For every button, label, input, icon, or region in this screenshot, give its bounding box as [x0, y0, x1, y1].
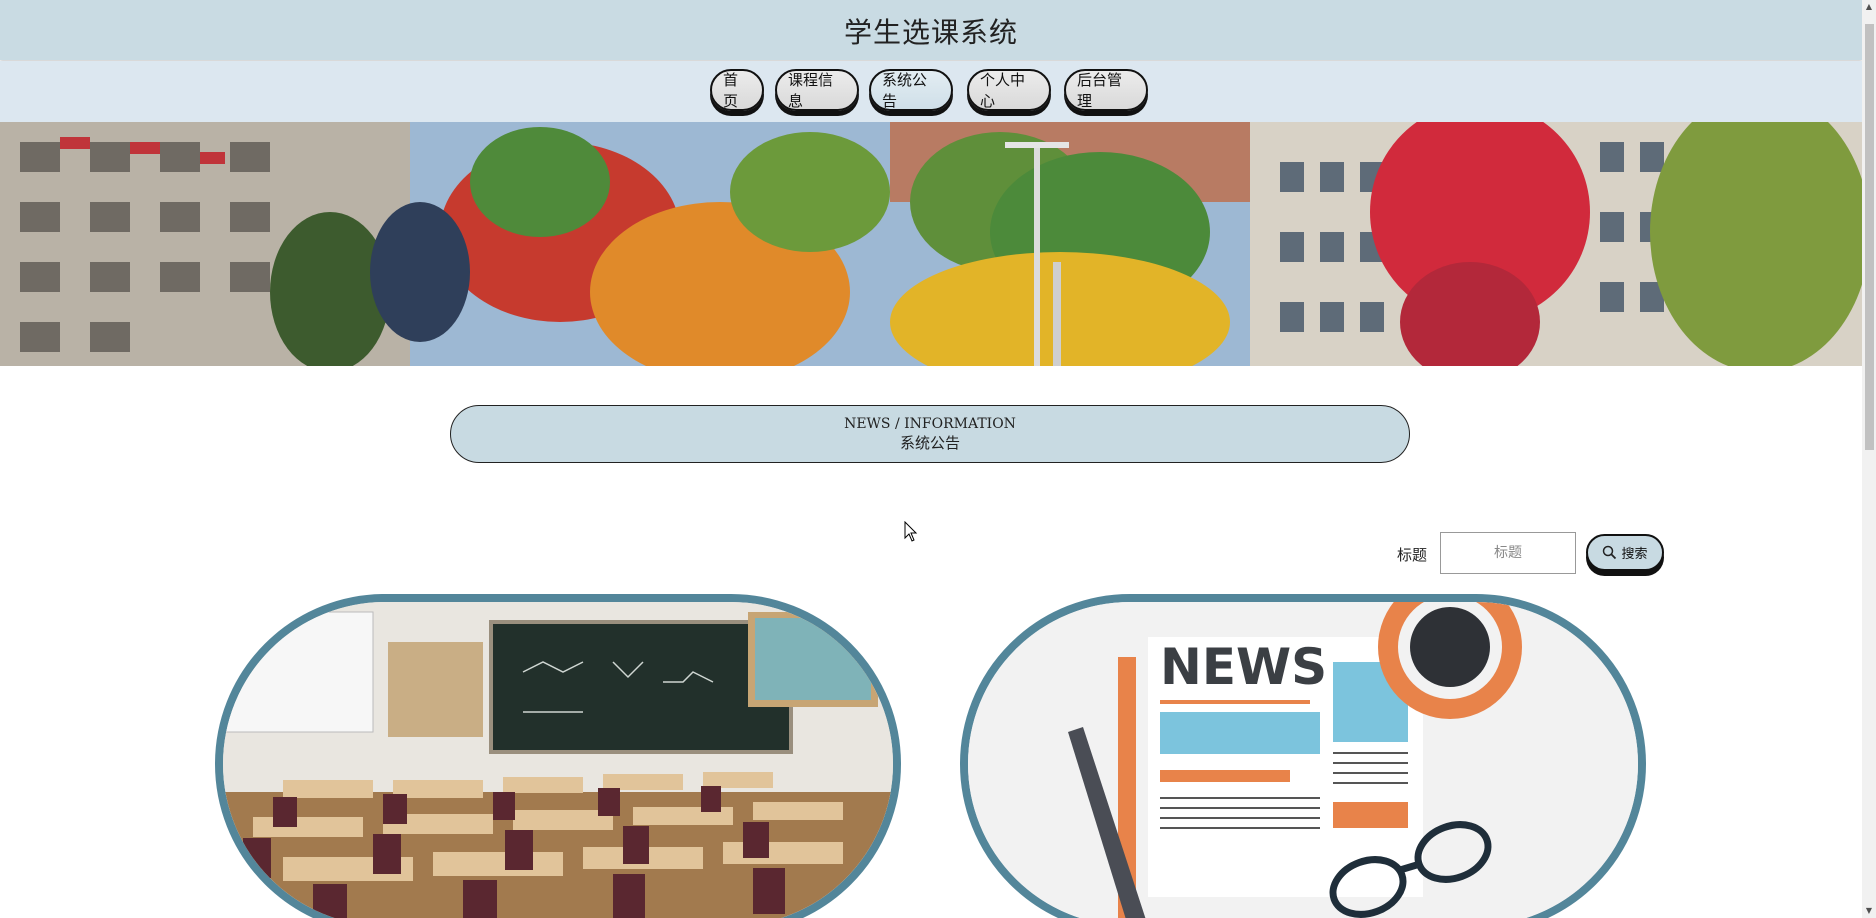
- scrollbar-thumb[interactable]: [1865, 24, 1874, 450]
- scroll-up-arrow-icon[interactable]: ▲: [1862, 0, 1876, 14]
- main-nav: 首页 课程信息 系统公告 个人中心 后台管理: [0, 61, 1862, 122]
- nav-item-home[interactable]: 首页: [710, 69, 764, 111]
- nav-item-label: 个人中心: [980, 71, 1026, 110]
- nav-item-label: 后台管理: [1077, 71, 1123, 110]
- search-title-input[interactable]: [1440, 532, 1576, 574]
- page: 学生选课系统 首页 课程信息 系统公告 个人中心 后台管理 NEWS / INF…: [0, 0, 1862, 918]
- search-button[interactable]: 搜索: [1586, 534, 1664, 571]
- nav-list: 首页 课程信息 系统公告 个人中心 后台管理: [710, 69, 1148, 111]
- search-label: 标题: [1397, 546, 1428, 564]
- announcement-card-classroom[interactable]: [215, 594, 901, 918]
- search-icon: [1603, 545, 1617, 560]
- classroom-photo: [223, 602, 893, 918]
- news-illustration: NEWS: [968, 602, 1638, 918]
- nav-item-personal-center[interactable]: 个人中心: [967, 69, 1051, 111]
- nav-item-label: 首页: [723, 71, 739, 110]
- nav-item-label: 系统公告: [882, 71, 928, 110]
- nav-item-label: 课程信息: [788, 71, 834, 110]
- title-bar: 学生选课系统: [0, 0, 1862, 60]
- mouse-cursor-icon: [904, 521, 918, 542]
- search-button-label: 搜索: [1621, 547, 1648, 562]
- scroll-down-arrow-icon[interactable]: ▼: [1862, 904, 1876, 918]
- section-header: NEWS / INFORMATION 系统公告: [450, 405, 1410, 463]
- announcement-card-news[interactable]: NEWS: [960, 594, 1646, 918]
- section-title-cn: 系统公告: [899, 434, 960, 452]
- vertical-scrollbar[interactable]: ▲ ▼: [1862, 0, 1876, 918]
- section-title-en: NEWS / INFORMATION: [844, 416, 1016, 432]
- news-image-text: NEWS: [1160, 638, 1327, 696]
- nav-item-admin[interactable]: 后台管理: [1064, 69, 1148, 111]
- campus-banner-image: [0, 122, 1862, 366]
- nav-item-announcements[interactable]: 系统公告: [869, 69, 953, 111]
- site-title: 学生选课系统: [843, 16, 1018, 49]
- nav-item-courses[interactable]: 课程信息: [775, 69, 859, 111]
